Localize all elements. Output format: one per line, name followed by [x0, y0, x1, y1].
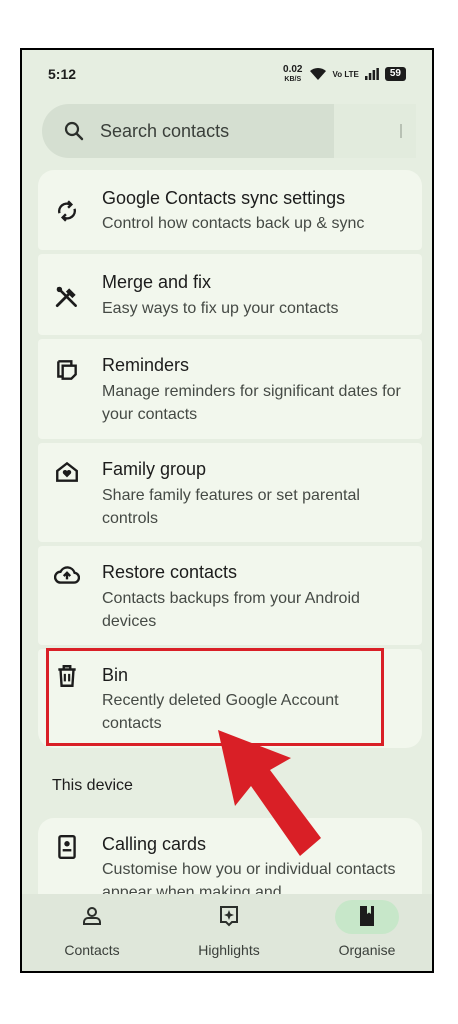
- card-title: Google Contacts sync settings: [102, 188, 346, 208]
- card-subtitle: Easy ways to fix up your contacts: [102, 300, 339, 317]
- card-restore-contacts[interactable]: Restore contacts Contacts backups from y…: [38, 546, 422, 645]
- data-speed: 0.02 KB/S: [283, 63, 303, 83]
- phone-screen: 5:12 0.02 KB/S Vo LTE 59 Search contacts…: [20, 48, 434, 973]
- scroll-indicator: [400, 124, 402, 138]
- bookmark-icon: [360, 906, 374, 926]
- card-merge-fix[interactable]: Merge and fix Easy ways to fix up your c…: [38, 254, 422, 335]
- calling-card-icon: [58, 834, 76, 860]
- nav-contacts[interactable]: Contacts: [32, 894, 152, 971]
- status-bar: 5:12 0.02 KB/S Vo LTE 59: [22, 50, 432, 98]
- card-subtitle: Manage reminders for significant dates f…: [102, 383, 401, 423]
- card-title: Merge and fix: [102, 272, 212, 292]
- card-sync-settings[interactable]: Google Contacts sync settings Control ho…: [38, 170, 422, 250]
- card-subtitle: Share family features or set parental co…: [102, 487, 360, 527]
- status-icons: 0.02 KB/S Vo LTE 59: [283, 63, 406, 84]
- cloud-restore-icon: [54, 566, 80, 584]
- nav-label: Highlights: [198, 942, 260, 958]
- volte-label: Vo LTE: [332, 69, 359, 79]
- sync-icon: [57, 200, 77, 222]
- nav-highlights[interactable]: Highlights: [169, 894, 289, 971]
- status-time: 5:12: [48, 66, 77, 82]
- section-title-this-device: This device: [52, 777, 133, 794]
- family-home-icon: [56, 461, 78, 482]
- battery-indicator: 59: [384, 67, 406, 81]
- search-placeholder: Search contacts: [100, 120, 230, 141]
- nav-label: Organise: [338, 942, 396, 958]
- card-title: Restore contacts: [102, 562, 238, 582]
- signal-icon: [364, 68, 379, 80]
- wifi-icon: [309, 67, 326, 80]
- card-subtitle: Control how contacts back up & sync: [102, 215, 365, 232]
- card-family-group[interactable]: Family group Share family features or se…: [38, 443, 422, 542]
- bottom-navigation: Contacts Highlights Organise: [22, 894, 432, 971]
- search-icon: [64, 121, 84, 141]
- nav-label: Contacts: [64, 942, 120, 958]
- card-title: Calling cards: [102, 834, 207, 854]
- search-bar[interactable]: Search contacts: [42, 104, 334, 158]
- nav-organise[interactable]: Organise: [307, 894, 427, 971]
- search-bar-end: [334, 104, 416, 158]
- card-subtitle: Contacts backups from your Android devic…: [102, 590, 360, 630]
- card-reminders[interactable]: Reminders Manage reminders for significa…: [38, 339, 422, 439]
- reminder-icon: [57, 360, 77, 380]
- highlights-icon: [220, 906, 238, 927]
- card-title: Reminders: [102, 355, 190, 375]
- pointer-arrow-icon: [218, 730, 321, 856]
- tools-icon: [55, 286, 77, 308]
- person-icon: [83, 907, 101, 925]
- card-title: Family group: [102, 459, 207, 479]
